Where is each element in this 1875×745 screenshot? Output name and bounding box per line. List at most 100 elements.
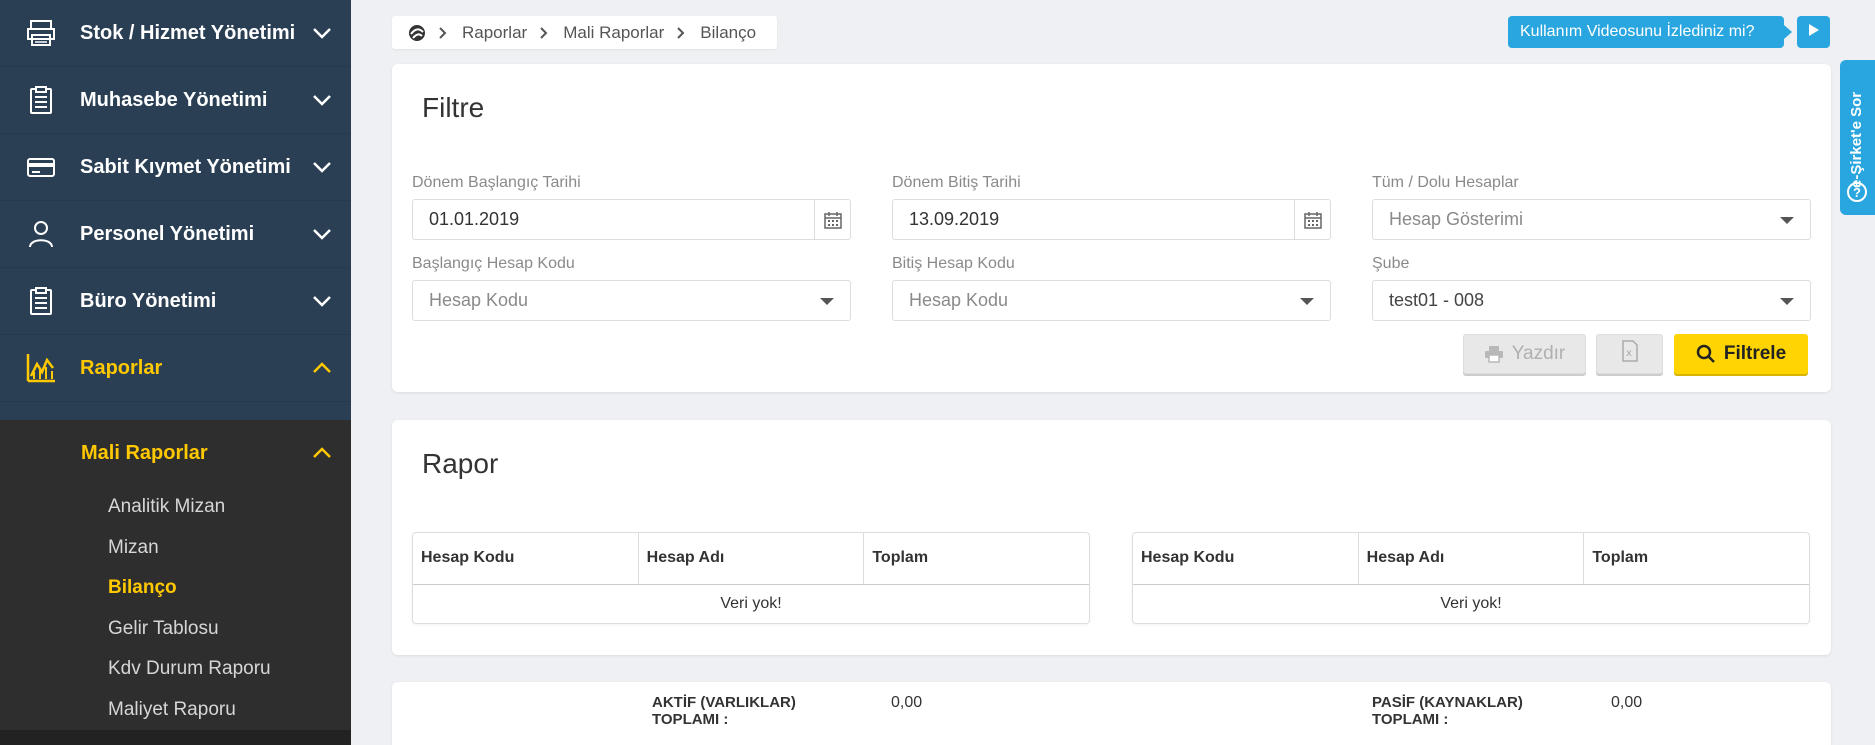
caret-down-icon (1780, 298, 1794, 305)
column-header[interactable]: Hesap Kodu (1133, 533, 1359, 584)
submenu-item-kdv-durum[interactable]: Kdv Durum Raporu (0, 649, 351, 690)
start-date-value: 01.01.2019 (429, 209, 520, 229)
chevron-right-icon (539, 26, 549, 40)
print-button[interactable]: Yazdır (1463, 334, 1586, 374)
home-icon[interactable] (408, 24, 426, 42)
sidebar-item-label: Sabit Kıymet Yönetimi (80, 155, 291, 178)
column-header[interactable]: Hesap Adı (1359, 533, 1585, 584)
branch-label: Şube (1372, 255, 1410, 272)
sidebar-item-personel[interactable]: Personel Yönetimi (0, 201, 351, 268)
table-header: Hesap Kodu Hesap Adı Toplam (413, 533, 1089, 585)
play-icon (1808, 23, 1820, 42)
submenu-item-maliyet[interactable]: Maliyet Raporu (0, 690, 351, 731)
sidebar-item-raporlar[interactable]: Raporlar (0, 335, 351, 402)
start-code-select[interactable]: Hesap Kodu (412, 280, 851, 321)
ask-side-tab[interactable]: e-Şirket'e Sor ? (1840, 60, 1875, 215)
caret-down-icon (1300, 298, 1314, 305)
sidebar-item-buro[interactable]: Büro Yönetimi (0, 268, 351, 335)
branch-select-value: test01 - 008 (1389, 290, 1485, 310)
breadcrumb: Raporlar Mali Raporlar Bilanço (392, 16, 777, 49)
calendar-icon[interactable] (814, 200, 850, 239)
report-panel: Rapor Hesap Kodu Hesap Adı Toplam Veri y… (392, 420, 1831, 655)
pasif-table: Hesap Kodu Hesap Adı Toplam Veri yok! (1132, 532, 1810, 624)
breadcrumb-raporlar[interactable]: Raporlar (462, 23, 527, 43)
credit-card-icon (24, 150, 58, 184)
pasif-total-value: 0,00 (1611, 694, 1643, 711)
user-icon (24, 217, 58, 251)
submenu-mali-raporlar: Mali Raporlar Analitik Mizan Mizan Bilan… (0, 420, 351, 730)
chevron-up-icon (309, 355, 335, 381)
aktif-total-label-line1: AKTİF (VARLIKLAR) (652, 694, 796, 711)
filter-panel: Filtre Dönem Başlangıç Tarihi 01.01.2019… (392, 64, 1831, 392)
chevron-down-icon (309, 20, 335, 46)
chevron-down-icon (309, 87, 335, 113)
submenu-header[interactable]: Mali Raporlar (0, 420, 351, 487)
accounts-label: Tüm / Dolu Hesaplar (1372, 174, 1519, 191)
branch-select[interactable]: test01 - 008 (1372, 280, 1811, 321)
printer-icon (1484, 345, 1504, 363)
start-code-label: Başlangıç Hesap Kodu (412, 255, 575, 272)
caret-down-icon (820, 298, 834, 305)
sidebar-item-muhasebe[interactable]: Muhasebe Yönetimi (0, 67, 351, 134)
sidebar-item-label: Raporlar (80, 356, 163, 379)
column-header[interactable]: Toplam (1584, 533, 1809, 584)
submenu-title: Mali Raporlar (81, 442, 208, 464)
submenu-item-analitik-mizan[interactable]: Analitik Mizan (0, 487, 351, 528)
svg-text:x: x (1626, 348, 1632, 359)
breadcrumb-mali-raporlar[interactable]: Mali Raporlar (563, 23, 664, 43)
play-video-button[interactable] (1797, 16, 1830, 48)
column-header[interactable]: Hesap Kodu (413, 533, 639, 584)
print-button-label: Yazdır (1511, 343, 1566, 364)
caret-down-icon (1780, 217, 1794, 224)
chevron-right-icon (438, 26, 448, 40)
empty-message: Veri yok! (720, 595, 782, 612)
question-icon: ? (1847, 182, 1867, 202)
filter-button[interactable]: Filtrele (1674, 334, 1808, 374)
pasif-total-label: PASİF (KAYNAKLAR) TOPLAMI : (1372, 694, 1523, 728)
column-header[interactable]: Hesap Adı (639, 533, 865, 584)
submenu-item-bilanco[interactable]: Bilanço (0, 568, 351, 609)
aktif-total-value: 0,00 (891, 694, 923, 711)
end-code-select-value: Hesap Kodu (909, 290, 1009, 310)
start-date-field[interactable]: 01.01.2019 (412, 199, 851, 240)
chevron-down-icon (309, 288, 335, 314)
totals-panel: AKTİF (VARLIKLAR) TOPLAMI : 0,00 PASİF (… (392, 682, 1831, 745)
start-code-select-value: Hesap Kodu (429, 290, 529, 310)
export-excel-button[interactable]: x (1596, 334, 1663, 374)
calendar-icon[interactable] (1294, 200, 1330, 239)
breadcrumb-bilanco: Bilanço (700, 22, 757, 42)
excel-file-icon: x (1621, 340, 1639, 368)
chevron-right-icon (676, 26, 686, 40)
end-code-select[interactable]: Hesap Kodu (892, 280, 1331, 321)
chevron-down-icon (309, 221, 335, 247)
submenu-item-mizan[interactable]: Mizan (0, 528, 351, 569)
filter-title: Filtre (422, 92, 485, 123)
accounts-select-value: Hesap Gösterimi (1389, 209, 1524, 229)
accounts-select[interactable]: Hesap Gösterimi (1372, 199, 1811, 240)
sidebar-item-label: Büro Yönetimi (80, 289, 217, 312)
clipboard-icon (24, 284, 58, 318)
pasif-total-label-line2: TOPLAMI : (1372, 711, 1449, 728)
chevron-up-icon (309, 440, 335, 466)
sidebar-item-label: Muhasebe Yönetimi (80, 88, 268, 111)
chevron-down-icon (309, 154, 335, 180)
sidebar-item-sabit-kiymet[interactable]: Sabit Kıymet Yönetimi (0, 134, 351, 201)
printer-icon (24, 16, 58, 50)
search-icon (1696, 344, 1716, 364)
sidebar-item-label: Personel Yönetimi (80, 222, 255, 245)
end-date-field[interactable]: 13.09.2019 (892, 199, 1331, 240)
column-header[interactable]: Toplam (864, 533, 1089, 584)
filter-button-label: Filtrele (1723, 343, 1787, 364)
end-date-value: 13.09.2019 (909, 209, 1000, 229)
empty-message: Veri yok! (1440, 595, 1502, 612)
aktif-total-label: AKTİF (VARLIKLAR) TOPLAMI : (652, 694, 796, 728)
report-title: Rapor (422, 448, 499, 479)
sidebar-item-label: Stok / Hizmet Yönetimi (80, 21, 296, 44)
video-prompt[interactable]: Kullanım Videosunu İzlediniz mi? (1508, 16, 1792, 48)
aktif-total-label-line2: TOPLAMI : (652, 711, 729, 728)
sidebar-item-stok[interactable]: Stok / Hizmet Yönetimi (0, 0, 351, 67)
table-header: Hesap Kodu Hesap Adı Toplam (1133, 533, 1809, 585)
submenu-item-gelir-tablosu[interactable]: Gelir Tablosu (0, 609, 351, 650)
end-code-label: Bitiş Hesap Kodu (892, 255, 1015, 272)
aktif-table: Hesap Kodu Hesap Adı Toplam Veri yok! (412, 532, 1090, 624)
